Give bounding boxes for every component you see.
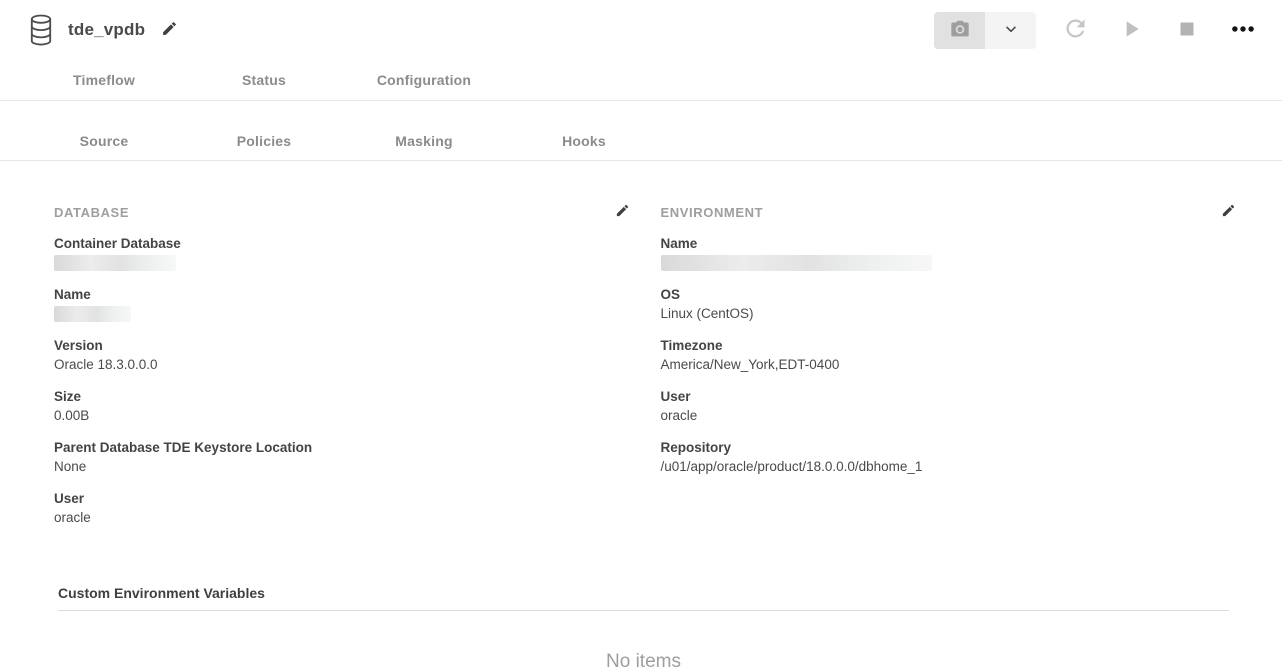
chevron-down-icon — [1003, 21, 1019, 40]
custom-env-vars-title: Custom Environment Variables — [58, 585, 1229, 611]
tab-masking[interactable]: Masking — [344, 133, 504, 149]
ellipsis-icon — [1230, 16, 1256, 45]
field-value: oracle — [661, 407, 1239, 424]
field-name: Name — [54, 287, 632, 322]
start-button[interactable] — [1114, 13, 1148, 47]
field-label: Size — [54, 389, 632, 404]
field-label: Version — [54, 338, 632, 353]
field-value: None — [54, 458, 632, 475]
field-label: Parent Database TDE Keystore Location — [54, 440, 632, 455]
field-value: America/New_York,EDT-0400 — [661, 356, 1239, 373]
redacted-value — [54, 306, 131, 322]
configuration-panel: DATABASE Container Database Name V — [0, 161, 1282, 669]
edit-title-button[interactable] — [159, 18, 180, 42]
field-label: Timezone — [661, 338, 1239, 353]
field-label: OS — [661, 287, 1239, 302]
field-value: /u01/app/oracle/product/18.0.0.0/dbhome_… — [661, 458, 1239, 475]
field-value: Oracle 18.3.0.0.0 — [54, 356, 632, 373]
field-label: Name — [54, 287, 632, 302]
refresh-icon — [1062, 15, 1089, 45]
field-db-user: User oracle — [54, 491, 632, 526]
redacted-value — [661, 255, 932, 271]
field-label: User — [661, 389, 1239, 404]
custom-environment-variables-section: Custom Environment Variables No items — [58, 585, 1229, 669]
edit-database-button[interactable] — [613, 201, 632, 223]
top-bar: tde_vpdb — [0, 0, 1282, 60]
empty-state-message: No items — [58, 611, 1229, 669]
snapshot-options-button[interactable] — [985, 12, 1036, 49]
field-label: User — [54, 491, 632, 506]
snapshot-button[interactable] — [934, 12, 985, 49]
tab-timeflow[interactable]: Timeflow — [24, 72, 184, 88]
field-size: Size 0.00B — [54, 389, 632, 424]
pencil-icon — [615, 203, 630, 221]
play-icon — [1118, 16, 1144, 45]
field-parent-tde-keystore-location: Parent Database TDE Keystore Location No… — [54, 440, 632, 475]
more-actions-button[interactable] — [1226, 13, 1260, 47]
pencil-icon — [1221, 203, 1236, 221]
tab-status[interactable]: Status — [184, 72, 344, 88]
field-container-database: Container Database — [54, 236, 632, 271]
refresh-button[interactable] — [1058, 13, 1092, 47]
field-value: oracle — [54, 509, 632, 526]
field-label: Container Database — [54, 236, 632, 251]
field-env-name: Name — [661, 236, 1239, 271]
database-section: DATABASE Container Database Name V — [54, 201, 632, 542]
tab-configuration[interactable]: Configuration — [344, 72, 504, 88]
stop-icon — [1175, 17, 1199, 44]
database-icon — [28, 13, 54, 47]
camera-icon — [949, 18, 971, 43]
tab-hooks[interactable]: Hooks — [504, 133, 664, 149]
field-label: Repository — [661, 440, 1239, 455]
redacted-value — [54, 255, 176, 271]
edit-environment-button[interactable] — [1219, 201, 1238, 223]
field-version: Version Oracle 18.3.0.0.0 — [54, 338, 632, 373]
database-section-title: DATABASE — [54, 205, 129, 220]
field-value: Linux (CentOS) — [661, 305, 1239, 322]
environment-section: ENVIRONMENT Name OS Linux (CentOS) — [661, 201, 1239, 542]
field-env-user: User oracle — [661, 389, 1239, 424]
field-timezone: Timezone America/New_York,EDT-0400 — [661, 338, 1239, 373]
field-value: 0.00B — [54, 407, 632, 424]
primary-tabs: Timeflow Status Configuration — [0, 60, 1282, 101]
environment-section-title: ENVIRONMENT — [661, 205, 764, 220]
field-repository: Repository /u01/app/oracle/product/18.0.… — [661, 440, 1239, 475]
secondary-tabs: Source Policies Masking Hooks — [0, 101, 1282, 161]
tab-policies[interactable]: Policies — [184, 133, 344, 149]
tab-source[interactable]: Source — [24, 133, 184, 149]
page-title: tde_vpdb — [68, 20, 145, 40]
field-label: Name — [661, 236, 1239, 251]
field-os: OS Linux (CentOS) — [661, 287, 1239, 322]
snapshot-split-button — [934, 12, 1036, 49]
pencil-icon — [161, 20, 178, 40]
stop-button[interactable] — [1170, 13, 1204, 47]
